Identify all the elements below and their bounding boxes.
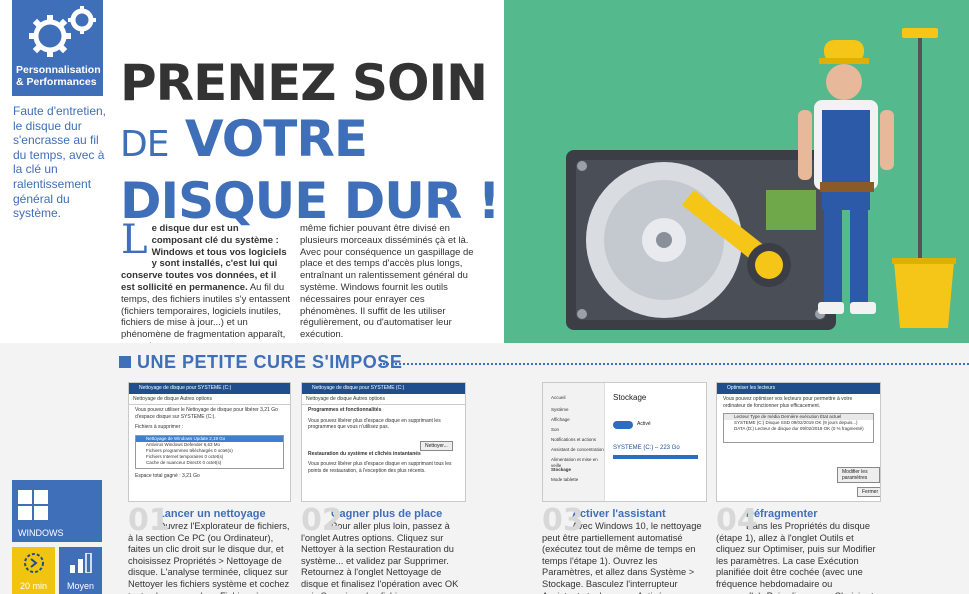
step-heading: Gagner plus de place: [331, 508, 443, 520]
settings-sidebar: Accueil Système Affichage Son Notificati…: [543, 383, 605, 501]
sidebar-item: Stockage: [551, 467, 572, 472]
step-number: 02: [301, 503, 343, 538]
sidebar-item: Son: [551, 427, 560, 432]
windows-logo-icon: [18, 490, 48, 520]
screenshot-disk-cleanup: Nettoyage de disque pour SYSTEME (C:) Ne…: [128, 382, 291, 502]
window-tabs: Nettoyage de disque Autres options: [129, 394, 290, 405]
sidebar-item: Système: [551, 407, 569, 412]
window-text: Vous pouvez utiliser le Nettoyage de dis…: [135, 407, 278, 420]
window-text: Vous pouvez optimiser vos lecteurs pour …: [723, 396, 853, 409]
intro-column-1: L e disque dur est un composant clé du s…: [121, 217, 291, 353]
step-heading: Lancer un nettoyage: [158, 508, 266, 520]
sidebar-item: Assistant de concentration: [551, 447, 604, 452]
category-badge: Personnalisation & Performances: [12, 0, 103, 96]
gears-icon: [29, 6, 96, 57]
screenshot-optimize-drives: Optimiser les lecteurs Vous pouvez optim…: [716, 382, 881, 502]
table-row: DATA (D:) Lecteur de disque dur 09/02/20…: [734, 426, 864, 431]
window-tabs: Nettoyage de disque Autres options: [302, 394, 465, 405]
intro-column-2: même fichier pouvant être divisé en plus…: [300, 223, 474, 341]
section-title: UNE PETITE CURE S'IMPOSE: [119, 352, 402, 373]
usage-bar: [613, 455, 698, 459]
step-1: 01 Lancer un nettoyage Ouvrez l'Explorat…: [128, 503, 293, 594]
sidebar-item: Notifications et actions: [551, 437, 597, 442]
list-label: Fichiers à supprimer :: [135, 424, 184, 430]
window-titlebar: Nettoyage de disque pour SYSTEME (C:): [302, 383, 465, 394]
step-number: 01: [128, 503, 170, 538]
drive-list: Lecteur Type de média Dernière exécution…: [723, 413, 874, 443]
step-number: 03: [542, 503, 584, 538]
level-tile: Moyen: [59, 547, 102, 594]
time-tile: 20 min: [12, 547, 55, 594]
sidebar-item: Affichage: [551, 417, 570, 422]
time-label: 20 min: [19, 581, 47, 591]
step-heading: Défragmenter: [746, 508, 818, 520]
title-line-2: DE VOTRE: [120, 110, 368, 168]
hero-illustration: [504, 0, 969, 343]
step-4: 04 Défragmenter Dans les Propriétés du d…: [716, 503, 882, 594]
step-3: 03 Activer l'assistant Avec Windows 10, …: [542, 503, 707, 594]
timer-icon: [24, 553, 44, 573]
lede-text: Faute d'entretien, le disque dur s'encra…: [13, 104, 107, 221]
sidebar-item: Accueil: [551, 395, 566, 400]
list-item: Cache de nuanceur DirectX 0 octet(s): [146, 459, 222, 465]
title-line-3: DISQUE DUR !: [120, 172, 501, 230]
change-settings-button: Modifier les paramètres: [837, 467, 880, 483]
group-text: Vous pouvez libérer plus d'espace disque…: [308, 417, 441, 431]
group-text: Vous pouvez libérer plus d'espace disque…: [308, 461, 452, 474]
toggle-label: Activé: [637, 421, 651, 427]
square-bullet-icon: [119, 356, 131, 368]
os-label: WINDOWS: [18, 528, 64, 538]
group-title: Programmes et fonctionnalités: [308, 407, 382, 413]
page-title: PRENEZ SOIN DE VOTRE DISQUE DUR !: [120, 54, 501, 230]
step-heading: Activer l'assistant: [572, 508, 666, 520]
close-button: Fermer: [857, 487, 880, 497]
screenshot-other-options: Nettoyage de disque pour SYSTEME (C:) Ne…: [301, 382, 466, 502]
screenshot-storage-settings: Accueil Système Affichage Son Notificati…: [542, 382, 707, 502]
step-number: 04: [716, 503, 758, 538]
os-tile: WINDOWS: [12, 480, 102, 542]
toggle-switch: [613, 421, 633, 429]
hard-drive-mechanic-illustration: [566, 28, 956, 330]
sidebar-item: Mode tablette: [551, 477, 579, 482]
total-space: Espace total gagné : 3,21 Go: [135, 472, 200, 479]
sidebar-item: Alimentation et mise en veille: [551, 457, 598, 468]
file-list: Nettoyage de Windows Update 2,19 Go Anti…: [135, 434, 284, 469]
category-label: Personnalisation & Performances: [16, 64, 101, 88]
window-titlebar: Nettoyage de disque pour SYSTEME (C:): [129, 383, 290, 394]
storage-title: Stockage: [613, 393, 647, 402]
section-divider: [380, 363, 969, 365]
clean-button: Nettoyer...: [420, 441, 453, 451]
step-2: 02 Gagner plus de place Pour aller plus …: [301, 503, 466, 594]
dropcap: L: [121, 217, 148, 263]
title-line-1: PRENEZ SOIN: [120, 54, 488, 112]
level-label: Moyen: [66, 581, 94, 591]
window-titlebar: Optimiser les lecteurs: [717, 383, 880, 394]
difficulty-bars-icon: [70, 553, 92, 573]
drive-label: SYSTEME (C:) – 223 Go: [613, 445, 680, 451]
